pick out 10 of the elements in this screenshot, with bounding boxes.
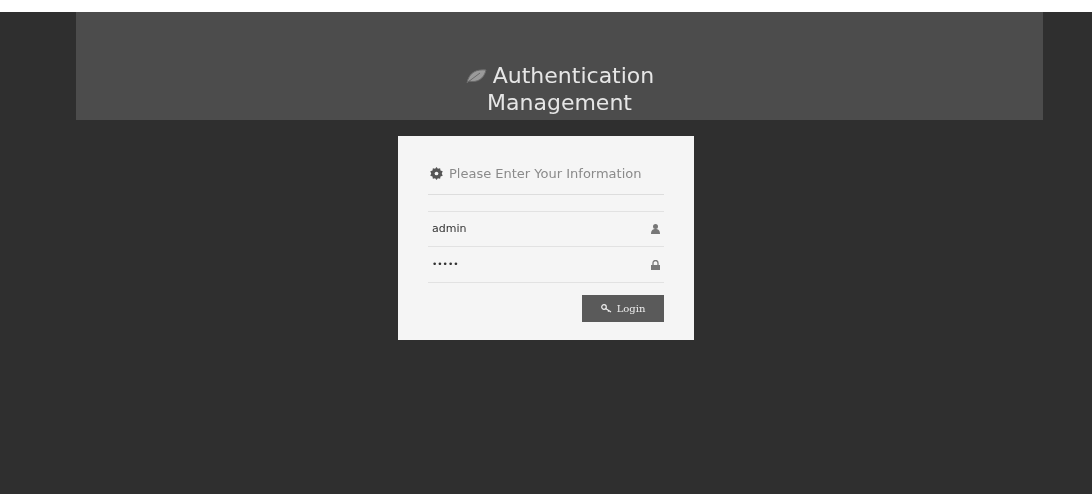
leaf-icon — [464, 67, 487, 84]
header-title: Management — [487, 89, 632, 116]
login-button[interactable]: Login — [582, 294, 664, 322]
form-title: Please Enter Your Information — [449, 165, 642, 183]
key-icon — [600, 303, 612, 313]
lock-icon — [651, 259, 660, 270]
gear-icon — [430, 167, 443, 181]
user-icon — [651, 223, 660, 234]
username-field[interactable]: admin — [428, 210, 664, 247]
header-title: Authentication — [492, 62, 655, 89]
